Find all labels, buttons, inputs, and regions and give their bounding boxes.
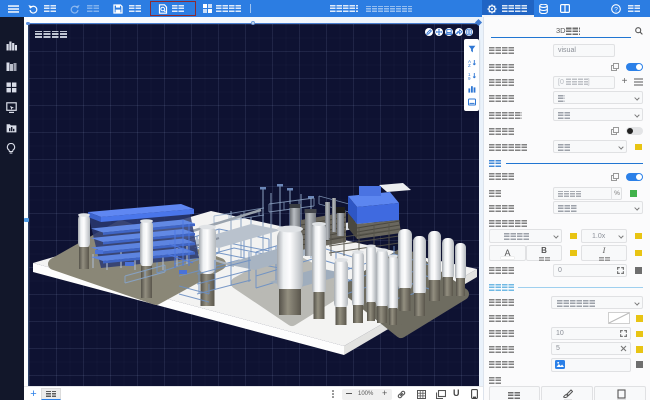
svg-text:?: ? xyxy=(614,6,618,13)
svg-text:Z: Z xyxy=(468,63,471,67)
svg-text:9: 9 xyxy=(468,76,471,80)
